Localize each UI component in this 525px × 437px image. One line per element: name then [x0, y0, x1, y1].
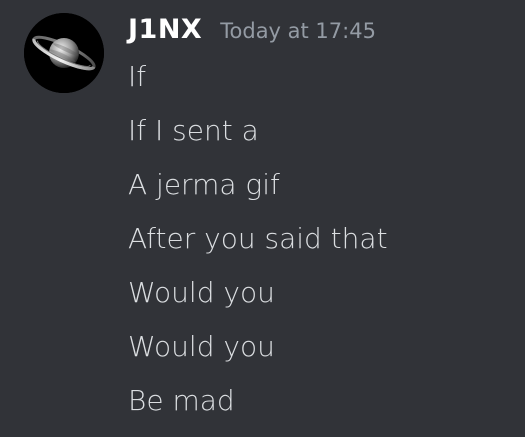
message-line: Would you [128, 330, 275, 363]
message-line: If I sent a [128, 114, 259, 147]
message-line: After you said that [128, 222, 388, 255]
chat-message: J1NX Today at 17:45 If If I sent a A jer… [0, 0, 525, 437]
message-line: If [128, 60, 147, 93]
message-header: J1NX Today at 17:45 [128, 14, 376, 50]
avatar[interactable] [24, 13, 104, 93]
saturn-icon [24, 13, 104, 93]
message-line: A jerma gif [128, 168, 280, 201]
message-content: If If I sent a A jerma gif After you sai… [128, 54, 388, 432]
username[interactable]: J1NX [128, 14, 202, 45]
timestamp[interactable]: Today at 17:45 [220, 19, 376, 43]
message-line: Be mad [128, 384, 235, 417]
message-line: Would you [128, 276, 275, 309]
